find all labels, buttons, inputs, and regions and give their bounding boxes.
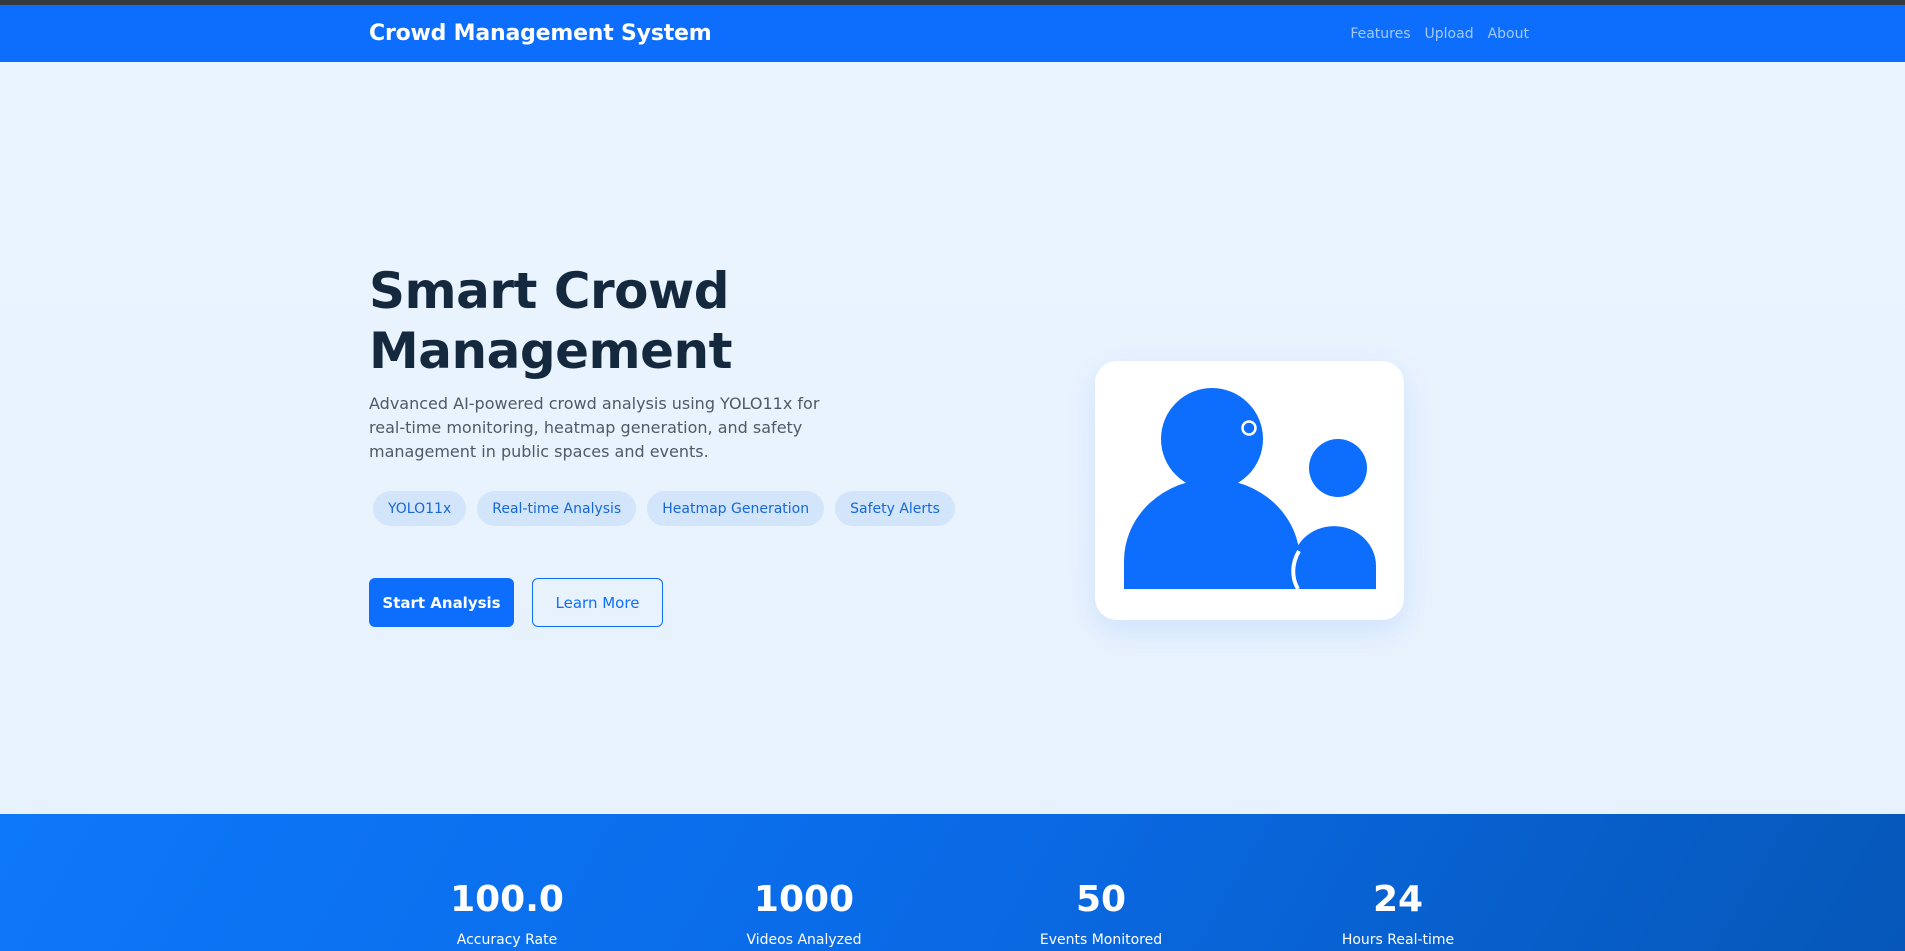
stat-videos: 1000 Videos Analyzed	[704, 879, 904, 949]
stats-section: 100.0 Accuracy Rate 1000 Videos Analyzed…	[0, 814, 1905, 951]
stat-label: Events Monitored	[1039, 932, 1163, 948]
stat-label: Accuracy Rate	[456, 932, 558, 948]
stat-hours: 24 Hours Real-time	[1298, 879, 1498, 949]
tag-safety: Safety Alerts	[835, 491, 955, 526]
tag-realtime: Real-time Analysis	[477, 491, 637, 526]
nav-link-upload[interactable]: Upload	[1425, 26, 1474, 42]
feature-tags: YOLO11x Real-time Analysis Heatmap Gener…	[373, 491, 955, 526]
tag-heatmap: Heatmap Generation	[647, 491, 825, 526]
navbar: Crowd Management System Features Upload …	[0, 5, 1905, 62]
hero-illustration-card	[1095, 361, 1404, 620]
stat-value: 50	[1075, 879, 1127, 920]
stat-label: Hours Real-time	[1341, 932, 1455, 948]
people-group-icon	[1124, 388, 1376, 591]
learn-more-button[interactable]: Learn More	[532, 578, 663, 627]
stat-events: 50 Events Monitored	[1001, 879, 1201, 949]
nav-link-features[interactable]: Features	[1350, 26, 1410, 42]
stat-accuracy: 100.0 Accuracy Rate	[407, 879, 607, 949]
start-analysis-button[interactable]: Start Analysis	[369, 578, 514, 627]
stat-value: 24	[1372, 879, 1424, 920]
brand-logo[interactable]: Crowd Management System	[369, 21, 712, 46]
hero-description: Advanced AI-powered crowd analysis using…	[369, 394, 820, 461]
hero-section: Smart Crowd Management Advanced AI-power…	[0, 62, 1905, 814]
tag-yolo: YOLO11x	[373, 491, 467, 526]
nav-link-about[interactable]: About	[1488, 26, 1529, 42]
stat-value: 100.0	[450, 879, 564, 920]
stat-value: 1000	[753, 879, 855, 920]
stat-label: Videos Analyzed	[746, 932, 862, 948]
hero-title: Smart Crowd Management	[369, 262, 733, 380]
nav-links: Features Upload About	[1350, 26, 1529, 42]
